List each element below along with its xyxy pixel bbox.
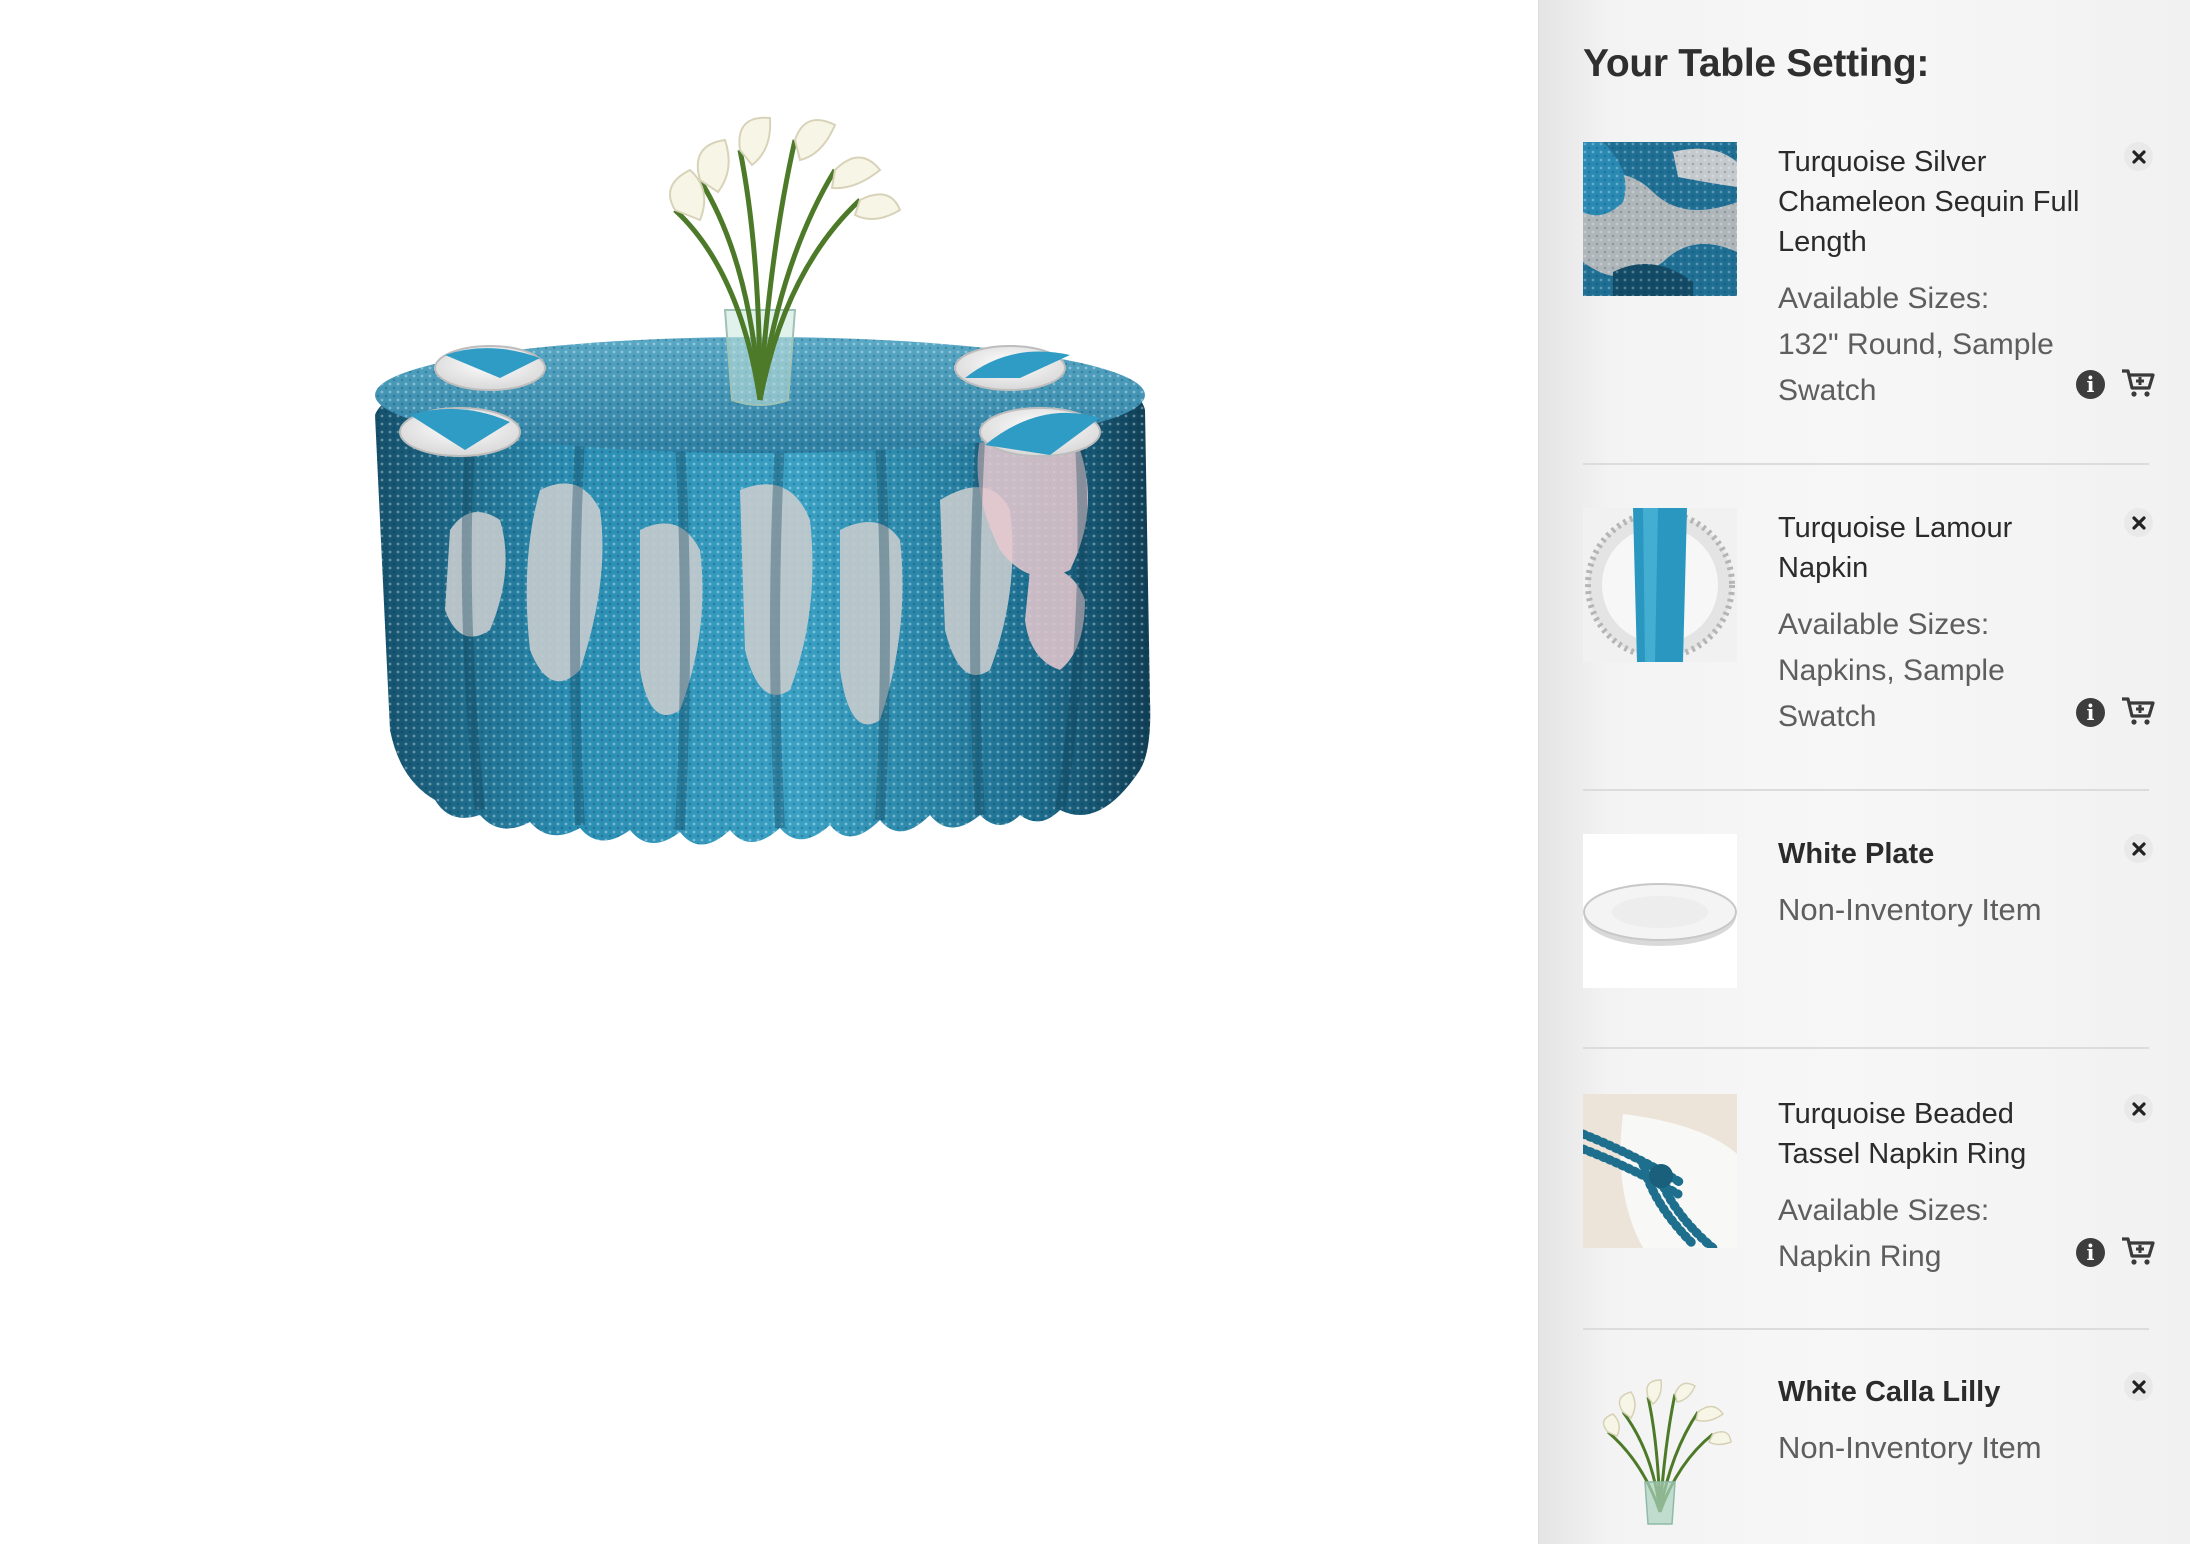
table-setting-preview-image: [375, 116, 1151, 845]
remove-item-icon[interactable]: [2124, 142, 2153, 171]
beaded-napkin-ring-thumbnail[interactable]: [1583, 1094, 1737, 1248]
sizes-value: Napkin Ring: [1778, 1240, 1942, 1273]
sizes-label: Available Sizes:: [1778, 282, 1990, 315]
item-name: Turquoise Lamour Napkin: [1778, 512, 2013, 584]
info-icon[interactable]: i: [2076, 370, 2105, 399]
sizes-label: Available Sizes:: [1778, 1194, 1990, 1227]
item-name: Turquoise Beaded Tassel Napkin Ring: [1778, 1098, 2027, 1170]
add-to-cart-icon[interactable]: [2121, 1236, 2155, 1266]
napkin-on-charger-thumbnail[interactable]: [1583, 508, 1737, 662]
item-divider: [1583, 1328, 2149, 1330]
add-to-cart-icon[interactable]: [2121, 368, 2155, 398]
table-preview-stage: [0, 0, 1538, 1544]
white-plate-thumbnail[interactable]: [1583, 834, 1737, 988]
item-divider: [1583, 1047, 2149, 1049]
setting-item: White Calla Lilly Non-Inventory Item: [1583, 1372, 2153, 1532]
item-name: Turquoise Silver Chameleon Sequin Full L…: [1778, 146, 2080, 258]
remove-item-icon[interactable]: [2124, 834, 2153, 863]
non-inventory-label: Non-Inventory Item: [1778, 892, 2042, 927]
calla-lily-vase-thumbnail[interactable]: [1583, 1372, 1737, 1526]
remove-item-icon[interactable]: [2124, 1372, 2153, 1401]
setting-item: White Plate Non-Inventory Item: [1583, 834, 2153, 994]
table-setting-panel: Your Table Setting: Turquoise Silver Cha…: [1538, 0, 2190, 1544]
sizes-value: 132" Round, Sample Swatch: [1778, 328, 2054, 407]
info-icon[interactable]: i: [2076, 698, 2105, 727]
item-divider: [1583, 789, 2149, 791]
item-name: White Calla Lilly: [1778, 1376, 2001, 1408]
info-icon[interactable]: i: [2076, 1238, 2105, 1267]
available-sizes: Available Sizes: Napkin Ring: [1778, 1188, 2088, 1280]
sizes-label: Available Sizes:: [1778, 608, 1990, 641]
remove-item-icon[interactable]: [2124, 1094, 2153, 1123]
available-sizes: Available Sizes: 132" Round, Sample Swat…: [1778, 276, 2088, 414]
item-divider: [1583, 463, 2149, 465]
sizes-value: Napkins, Sample Swatch: [1778, 654, 2005, 733]
setting-item: Turquoise Beaded Tassel Napkin Ring Avai…: [1583, 1094, 2155, 1274]
item-name: White Plate: [1778, 838, 1935, 870]
panel-title: Your Table Setting:: [1583, 42, 1930, 85]
available-sizes: Available Sizes: Napkins, Sample Swatch: [1778, 602, 2088, 740]
add-to-cart-icon[interactable]: [2121, 696, 2155, 726]
remove-item-icon[interactable]: [2124, 508, 2153, 537]
non-inventory-label: Non-Inventory Item: [1778, 1430, 2042, 1465]
setting-item: Turquoise Lamour Napkin Available Sizes:…: [1583, 508, 2155, 740]
sequin-fabric-swatch-thumbnail[interactable]: [1583, 142, 1737, 296]
setting-item: Turquoise Silver Chameleon Sequin Full L…: [1583, 142, 2155, 414]
